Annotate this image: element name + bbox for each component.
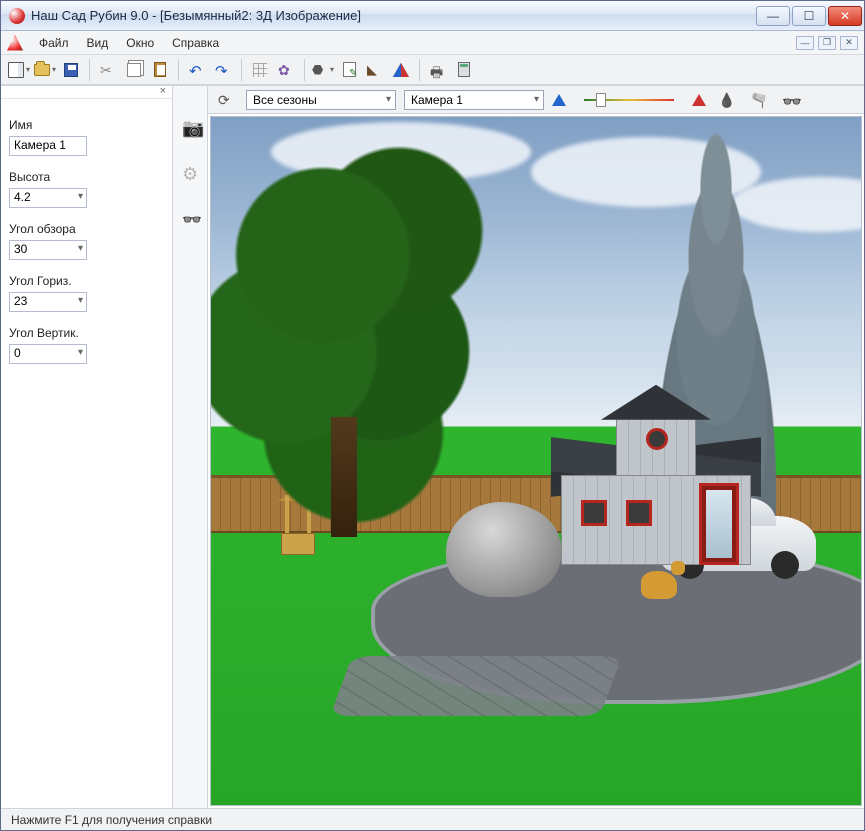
glasses-icon	[182, 210, 198, 226]
side-toolbar	[173, 86, 207, 808]
menu-file[interactable]: Файл	[31, 34, 77, 52]
prop-height-label: Высота	[9, 170, 164, 184]
season-combo[interactable]: Все сезоны	[246, 90, 396, 110]
print-button[interactable]	[426, 58, 450, 82]
app-window: Наш Сад Рубин 9.0 - [Безымянный2: 3Д Изо…	[0, 0, 865, 831]
scene-pavers	[330, 656, 622, 716]
menu-help[interactable]: Справка	[164, 34, 227, 52]
window-title: Наш Сад Рубин 9.0 - [Безымянный2: 3Д Изо…	[31, 8, 756, 23]
toolbar-separator	[89, 59, 90, 81]
document-area: ⟳ Все сезоны Камера 1	[208, 86, 864, 808]
prop-name-input[interactable]: Камера 1	[9, 136, 87, 156]
mdi-minimize-button[interactable]: —	[796, 36, 814, 50]
window-controls: — ☐ ✕	[756, 6, 862, 26]
watering-can-button[interactable]	[746, 89, 770, 111]
watering-can-icon	[750, 92, 766, 108]
close-button[interactable]: ✕	[828, 6, 862, 26]
undo-button[interactable]	[185, 58, 209, 82]
camera-icon	[182, 118, 198, 134]
walkthrough-button[interactable]	[778, 89, 802, 111]
document-icon	[7, 35, 23, 51]
view-toolbar: ⟳ Все сезоны Камера 1	[208, 86, 864, 114]
prop-hangle-combo[interactable]: 23	[9, 292, 87, 312]
left-pane: × Имя Камера 1 Высота 4.2 Угол обзора 30…	[1, 86, 208, 808]
slider-end-icon	[692, 94, 706, 106]
copy-button[interactable]	[122, 58, 146, 82]
save-button[interactable]	[59, 58, 83, 82]
camera-tool-button[interactable]	[176, 112, 204, 140]
client-area: × Имя Камера 1 Высота 4.2 Угол обзора 30…	[1, 85, 864, 808]
properties-panel: × Имя Камера 1 Высота 4.2 Угол обзора 30…	[1, 86, 173, 808]
menu-bar: Файл Вид Окно Справка — ❐ ✕	[1, 31, 864, 55]
slider-thumb[interactable]	[596, 93, 606, 107]
gear-icon	[182, 164, 198, 180]
title-bar[interactable]: Наш Сад Рубин 9.0 - [Безымянный2: 3Д Изо…	[1, 1, 864, 31]
3d-view-button[interactable]	[389, 58, 413, 82]
prop-name-label: Имя	[9, 118, 164, 132]
toolbar-separator	[419, 59, 420, 81]
notes-button[interactable]	[337, 58, 361, 82]
irrigation-button[interactable]	[714, 89, 738, 111]
slider-start-icon	[552, 94, 566, 106]
mdi-close-button[interactable]: ✕	[840, 36, 858, 50]
prop-vangle-label: Угол Вертик.	[9, 326, 164, 340]
maximize-button[interactable]: ☐	[792, 6, 826, 26]
mdi-controls: — ❐ ✕	[796, 36, 858, 50]
water-drop-icon	[718, 92, 734, 108]
open-button[interactable]	[33, 58, 57, 82]
glasses-icon	[782, 92, 798, 108]
status-text: Нажмите F1 для получения справки	[11, 813, 212, 827]
cut-button[interactable]	[96, 58, 120, 82]
menu-view[interactable]: Вид	[79, 34, 117, 52]
toolbar-separator	[178, 59, 179, 81]
refresh-view-button[interactable]: ⟳	[214, 89, 238, 111]
status-bar: Нажмите F1 для получения справки	[1, 808, 864, 830]
estimate-button[interactable]	[452, 58, 476, 82]
prop-vangle-combo[interactable]: 0	[9, 344, 87, 364]
minimize-button[interactable]: —	[756, 6, 790, 26]
prop-fov-label: Угол обзора	[9, 222, 164, 236]
mdi-restore-button[interactable]: ❐	[818, 36, 836, 50]
3d-viewport[interactable]	[210, 116, 862, 806]
prop-hangle-label: Угол Гориз.	[9, 274, 164, 288]
scene-house	[551, 420, 761, 570]
scene-dog	[641, 571, 677, 599]
prop-fov-combo[interactable]: 30	[9, 240, 87, 260]
label-button[interactable]	[311, 58, 335, 82]
app-icon	[9, 8, 25, 24]
slope-button[interactable]	[363, 58, 387, 82]
redo-button[interactable]	[211, 58, 235, 82]
settings-tool-button[interactable]	[176, 158, 204, 186]
walkthrough-tool-button[interactable]	[176, 204, 204, 232]
refresh-icon: ⟳	[218, 92, 234, 108]
toolbar-separator	[304, 59, 305, 81]
new-button[interactable]	[7, 58, 31, 82]
paste-button[interactable]	[148, 58, 172, 82]
scene-deciduous-tree	[210, 116, 551, 567]
toolbar-separator	[241, 59, 242, 81]
plants-button[interactable]	[274, 58, 298, 82]
menu-window[interactable]: Окно	[118, 34, 162, 52]
prop-height-combo[interactable]: 4.2	[9, 188, 87, 208]
main-toolbar	[1, 55, 864, 85]
panel-close-button[interactable]: ×	[1, 85, 172, 99]
camera-combo[interactable]: Камера 1	[404, 90, 544, 110]
terrain-button[interactable]	[248, 58, 272, 82]
age-slider[interactable]	[574, 91, 684, 109]
